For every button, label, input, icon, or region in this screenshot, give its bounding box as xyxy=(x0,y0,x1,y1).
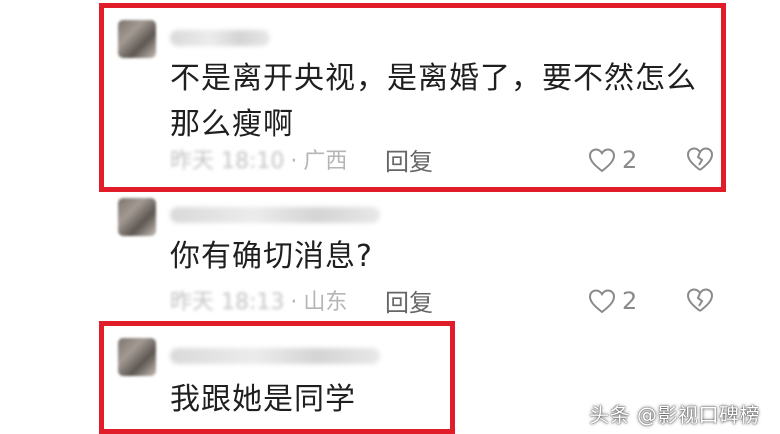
comment-text: 不是离开央视，是离婚了，要不然怎么那么瘦啊 xyxy=(170,61,697,142)
like-count: 2 xyxy=(622,287,638,315)
dislike-button[interactable] xyxy=(686,146,714,176)
avatar[interactable] xyxy=(118,338,156,376)
comment-time: 昨天 18:10 xyxy=(170,149,285,174)
reply-button[interactable]: 回复 xyxy=(385,148,433,176)
watermark: 头条 @影视口碑榜 xyxy=(589,403,760,427)
comment-location: 山东 xyxy=(303,290,348,315)
comment-location: 广西 xyxy=(303,149,348,174)
like-button[interactable]: 2 xyxy=(588,146,637,174)
username-blurred[interactable] xyxy=(170,348,380,364)
comment-meta: 昨天 18:13 · 山东 xyxy=(170,289,347,317)
comment-time: 昨天 18:13 xyxy=(170,290,285,315)
comment-text: 你有确切消息? xyxy=(170,239,373,274)
separator-dot: · xyxy=(290,149,298,174)
broken-heart-icon xyxy=(686,288,714,312)
username-blurred[interactable] xyxy=(170,207,380,223)
reply-button[interactable]: 回复 xyxy=(385,289,433,317)
like-count: 2 xyxy=(622,146,638,174)
avatar[interactable] xyxy=(118,198,156,236)
avatar[interactable] xyxy=(118,20,156,58)
heart-icon xyxy=(588,148,616,173)
comment-meta: 昨天 18:10 · 广西 xyxy=(170,148,347,176)
like-button[interactable]: 2 xyxy=(588,287,637,315)
username-blurred[interactable] xyxy=(170,30,270,46)
broken-heart-icon xyxy=(686,147,714,171)
separator-dot: · xyxy=(290,290,298,315)
dislike-button[interactable] xyxy=(686,287,714,317)
heart-icon xyxy=(588,289,616,314)
